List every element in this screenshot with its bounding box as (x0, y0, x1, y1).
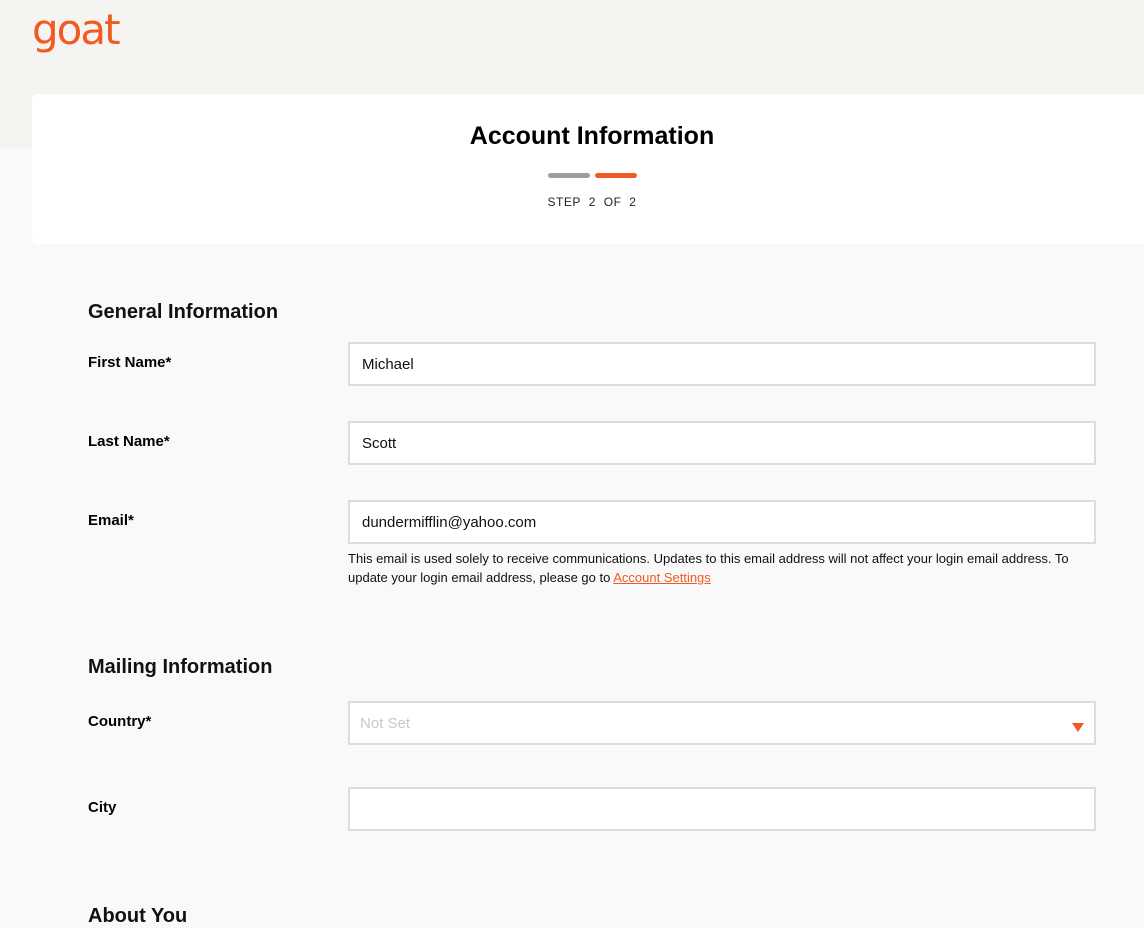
last-name-label: Last Name* (88, 433, 170, 450)
step-word: STEP (547, 195, 581, 209)
country-label: Country* (88, 713, 152, 730)
first-name-field[interactable] (348, 342, 1096, 386)
step-indicator-completed (548, 173, 590, 178)
last-name-field[interactable] (348, 421, 1096, 465)
country-select-value: Not Set (360, 715, 411, 732)
header-card: Account Information STEP 2 OF 2 (32, 94, 1144, 244)
email-label: Email* (88, 512, 134, 529)
about-you-heading: About You (88, 905, 188, 927)
email-helper-text: This email is used solely to receive com… (348, 549, 1088, 587)
country-select[interactable]: Not Set (348, 701, 1096, 745)
city-field[interactable] (348, 787, 1096, 831)
email-field[interactable] (348, 500, 1096, 544)
city-label: City (88, 799, 117, 816)
page-title: Account Information (469, 122, 715, 150)
step-current: 2 (588, 195, 596, 209)
caret-down-icon (1072, 723, 1084, 732)
step-indicator-current (595, 173, 637, 178)
step-total: 2 (629, 195, 637, 209)
goat-logo[interactable]: goat (32, 4, 121, 56)
account-settings-link[interactable]: Account Settings (613, 570, 711, 585)
step-counter: STEP 2 OF 2 (32, 195, 1144, 209)
general-information-heading: General Information (88, 301, 279, 323)
mailing-information-heading: Mailing Information (88, 656, 273, 678)
first-name-label: First Name* (88, 354, 172, 371)
step-of: OF (603, 195, 622, 209)
